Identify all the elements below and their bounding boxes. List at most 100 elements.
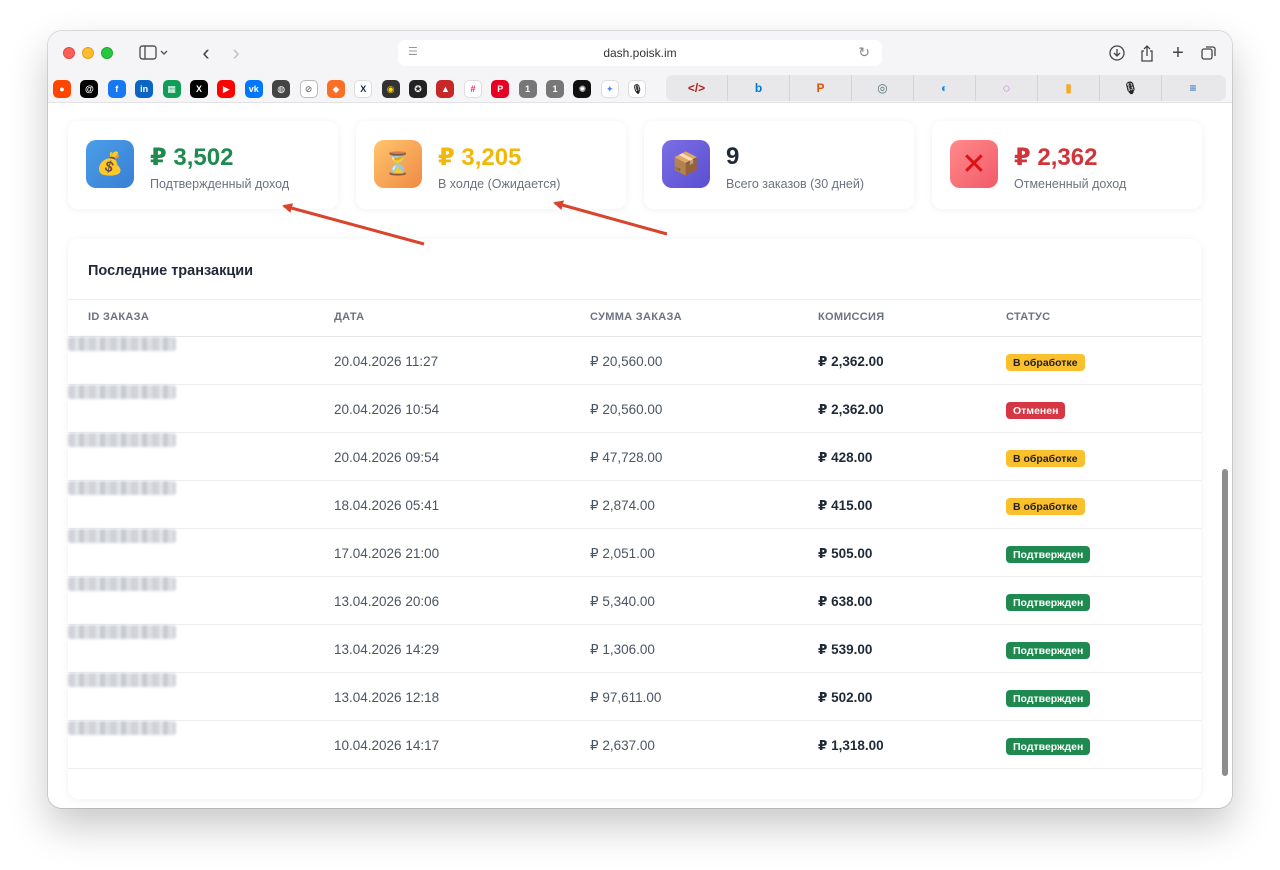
stat-card-orders: 📦 9 Всего заказов (30 дней)	[644, 121, 914, 209]
table-row[interactable]: 20.04.2026 09:54 ₽ 47,728.00 ₽ 428.00 В обр…	[68, 433, 1201, 481]
sidebar-toggle-button[interactable]	[134, 41, 174, 65]
url-text: dash.poisk.im	[603, 46, 677, 60]
x-letter-icon[interactable]: X	[354, 80, 373, 98]
stat-label: Подтвержденный доход	[150, 177, 290, 191]
order-date: 17.04.2026 21:00	[334, 546, 440, 561]
sidebar-icon	[139, 45, 168, 60]
status-badge: В обработке	[1006, 354, 1085, 371]
table-row[interactable]: 13.04.2026 12:18 ₽ 97,611.00 ₽ 502.00 Подтв…	[68, 673, 1201, 721]
status-badge: В обработке	[1006, 450, 1085, 467]
order-id-redacted	[68, 337, 176, 351]
podcast-icon[interactable]: ◌	[976, 75, 1038, 101]
forward-button[interactable]: ›	[224, 40, 248, 65]
order-id-redacted	[68, 721, 176, 735]
column-header-order-id: ID ЗАКАЗА	[88, 311, 150, 323]
x-icon[interactable]: X	[189, 80, 208, 98]
stat-label: Отмененный доход	[1014, 177, 1127, 191]
back-button[interactable]: ‹	[194, 40, 218, 65]
order-commission: ₽ 415.00	[818, 498, 873, 513]
order-commission: ₽ 502.00	[818, 690, 873, 705]
status-badge: Подтвержден	[1006, 546, 1091, 563]
zoom-window-button[interactable]	[101, 47, 113, 59]
table-row[interactable]: 13.04.2026 20:06 ₽ 5,340.00 ₽ 638.00 Подтве…	[68, 577, 1201, 625]
order-date: 20.04.2026 11:27	[334, 354, 439, 369]
order-date: 10.04.2026 14:17	[334, 738, 440, 753]
status-badge: Подтвержден	[1006, 642, 1091, 659]
stat-value: ₽ 3,502	[150, 144, 234, 171]
app-icon[interactable]: ▲	[436, 80, 455, 98]
producthunt-icon[interactable]: P	[790, 75, 852, 101]
youtube-icon[interactable]: ▶	[217, 80, 236, 98]
order-sum: ₽ 2,874.00	[590, 498, 655, 513]
stat-value: ₽ 2,362	[1014, 144, 1098, 171]
sheets-icon[interactable]: ▦	[162, 80, 181, 98]
compass-icon[interactable]: ⊘	[299, 80, 318, 98]
gitlab-icon[interactable]: ◆	[326, 80, 345, 98]
threads-icon[interactable]: @	[80, 80, 99, 98]
bing-icon[interactable]: b	[728, 75, 790, 101]
openai-icon[interactable]: ✺	[573, 80, 592, 98]
order-id-redacted	[68, 385, 176, 399]
bookmark-1-icon[interactable]: 1	[518, 80, 537, 98]
table-row[interactable]: 10.04.2026 14:17 ₽ 2,637.00 ₽ 1,318.00 Подт…	[68, 721, 1201, 769]
status-badge: В обработке	[1006, 498, 1085, 515]
docs-icon[interactable]: ≡	[1162, 75, 1224, 101]
tab-overview-button[interactable]	[1198, 42, 1220, 64]
share-button[interactable]	[1136, 42, 1158, 64]
address-bar[interactable]: ☰ dash.poisk.im ↻	[398, 40, 882, 66]
slack-icon[interactable]: #	[463, 80, 482, 98]
close-window-button[interactable]	[63, 47, 75, 59]
order-date: 13.04.2026 12:18	[334, 690, 440, 705]
transactions-title: Последние транзакции	[88, 263, 254, 279]
gemini-icon[interactable]: ✦	[600, 80, 619, 98]
facebook-icon[interactable]: f	[107, 80, 126, 98]
order-id-redacted	[68, 625, 176, 639]
table-row[interactable]: 20.04.2026 10:54 ₽ 20,560.00 ₽ 2,362.00 Отм…	[68, 385, 1201, 433]
chrome-icon[interactable]: ◐	[914, 75, 976, 101]
money-bag-icon: 💰	[86, 140, 134, 188]
table-row[interactable]: 17.04.2026 21:00 ₽ 2,051.00 ₽ 505.00 Подтве…	[68, 529, 1201, 577]
favorites-bar: ● @ f in ▦ X ▶ vk ◍ ⊘ ◆ X ◉ ✪ ▲ # P 1 1 …	[53, 77, 656, 101]
column-header-date: ДАТА	[334, 311, 365, 323]
cross-icon: ✕	[950, 140, 998, 188]
extension-icon[interactable]: ◉	[381, 80, 400, 98]
table-row[interactable]: 13.04.2026 14:29 ₽ 1,306.00 ₽ 539.00 Подтве…	[68, 625, 1201, 673]
order-date: 18.04.2026 05:41	[334, 498, 440, 513]
order-commission: ₽ 2,362.00	[818, 402, 884, 417]
new-tab-button[interactable]: +	[1167, 42, 1189, 64]
order-commission: ₽ 1,318.00	[818, 738, 884, 753]
order-date: 20.04.2026 09:54	[334, 450, 440, 465]
status-badge: Подтвержден	[1006, 738, 1091, 755]
order-commission: ₽ 505.00	[818, 546, 873, 561]
vk-icon[interactable]: vk	[244, 80, 263, 98]
page-format-icon: ☰	[408, 46, 418, 58]
order-id-redacted	[68, 577, 176, 591]
table-row[interactable]: 18.04.2026 05:41 ₽ 2,874.00 ₽ 415.00 В обра…	[68, 481, 1201, 529]
stat-card-confirmed: 💰 ₽ 3,502 Подтвержденный доход	[68, 121, 338, 209]
tab-overview-icon	[1201, 46, 1216, 60]
minimize-window-button[interactable]	[82, 47, 94, 59]
code-icon[interactable]: </>	[666, 75, 728, 101]
microphone-2-icon[interactable]: 🎙	[1100, 75, 1162, 101]
stat-card-cancelled: ✕ ₽ 2,362 Отмененный доход	[932, 121, 1202, 209]
reddit-icon[interactable]: ●	[53, 80, 71, 98]
analytics-icon[interactable]: ▮	[1038, 75, 1100, 101]
reload-icon[interactable]: ↻	[858, 44, 870, 61]
order-date: 13.04.2026 14:29	[334, 642, 440, 657]
order-date: 13.04.2026 20:06	[334, 594, 440, 609]
globe-2-icon[interactable]: ◎	[852, 75, 914, 101]
plus-icon: +	[1172, 41, 1184, 64]
order-id-redacted	[68, 529, 176, 543]
order-commission: ₽ 638.00	[818, 594, 873, 609]
pinterest-icon[interactable]: P	[491, 80, 510, 98]
stat-card-hold: ⏳ ₽ 3,205 В холде (Ожидается)	[356, 121, 626, 209]
page-scrollbar[interactable]	[1222, 469, 1228, 776]
globe-icon[interactable]: ◍	[272, 80, 291, 98]
microphone-icon[interactable]: 🎙	[628, 80, 647, 98]
settings-icon[interactable]: ✪	[409, 80, 428, 98]
stat-value: 9	[726, 143, 740, 170]
bookmark-2-icon[interactable]: 1	[546, 80, 565, 98]
table-row[interactable]: 20.04.2026 11:27 ₽ 20,560.00 ₽ 2,362.00 В о…	[68, 337, 1201, 385]
linkedin-icon[interactable]: in	[135, 80, 154, 98]
downloads-button[interactable]	[1106, 42, 1128, 64]
